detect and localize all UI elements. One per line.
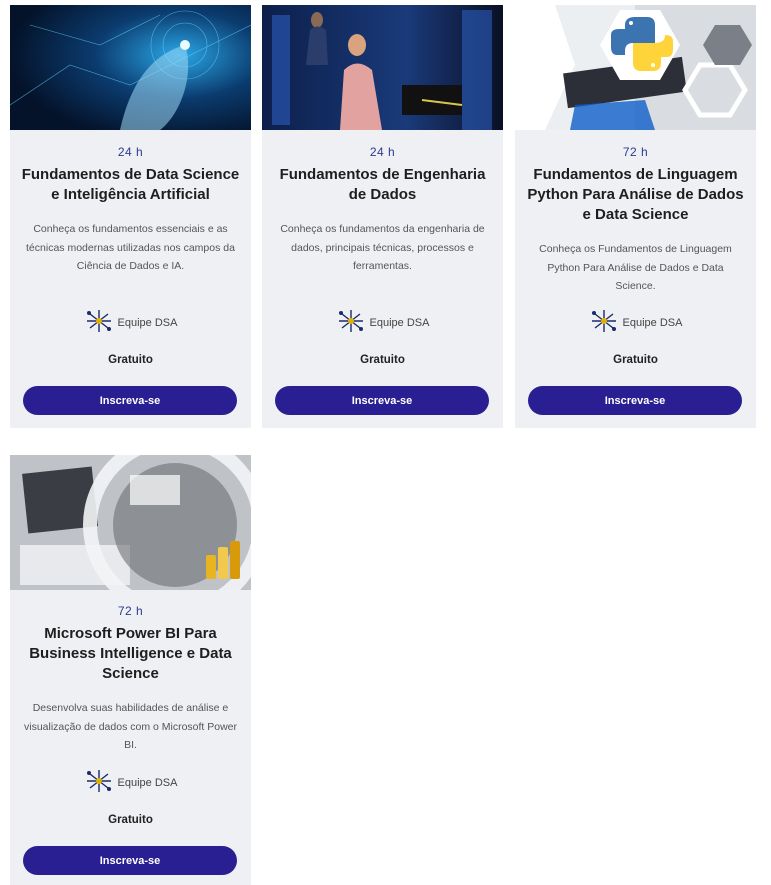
course-duration: 72 h xyxy=(117,604,144,618)
dsa-logo-icon xyxy=(589,308,619,337)
course-thumbnail-power-bi[interactable] xyxy=(10,455,251,590)
course-description: Desenvolva suas habilidades de análise e… xyxy=(24,702,238,751)
course-duration: 24 h xyxy=(117,145,144,159)
course-thumbnail-data-engineering[interactable] xyxy=(262,5,503,130)
enroll-button[interactable]: Inscreva-se xyxy=(23,846,237,875)
author-name: Equipe DSA xyxy=(117,776,178,789)
author-name: Equipe DSA xyxy=(369,316,430,329)
course-author: Equipe DSA xyxy=(262,308,503,337)
course-author: Equipe DSA xyxy=(10,768,251,797)
course-card: 24 h Fundamentos de Engenharia de Dados … xyxy=(262,5,503,428)
course-description: Conheça os fundamentos da engenharia de … xyxy=(280,223,485,272)
course-duration: 24 h xyxy=(369,145,396,159)
course-thumbnail-python[interactable] xyxy=(515,5,756,130)
author-name: Equipe DSA xyxy=(622,316,683,329)
course-card: 72 h Microsoft Power BI Para Business In… xyxy=(10,455,251,885)
course-description: Conheça os fundamentos essenciais e as t… xyxy=(26,223,235,272)
course-price: Gratuito xyxy=(613,354,658,366)
course-title[interactable]: Fundamentos de Engenharia de Dados xyxy=(272,165,493,205)
dsa-logo-icon xyxy=(84,768,114,797)
enroll-button[interactable]: Inscreva-se xyxy=(528,386,742,415)
course-duration: 72 h xyxy=(622,145,649,159)
enroll-button[interactable]: Inscreva-se xyxy=(275,386,489,415)
course-thumbnail-ai[interactable] xyxy=(10,5,251,130)
course-author: Equipe DSA xyxy=(10,308,251,337)
course-price: Gratuito xyxy=(360,354,405,366)
course-title[interactable]: Fundamentos de Linguagem Python Para Aná… xyxy=(525,165,746,225)
dsa-logo-icon xyxy=(336,308,366,337)
dsa-logo-icon xyxy=(84,308,114,337)
course-card: 24 h Fundamentos de Data Science e Intel… xyxy=(10,5,251,428)
course-card: 72 h Fundamentos de Linguagem Python Par… xyxy=(515,5,756,428)
course-title[interactable]: Fundamentos de Data Science e Inteligênc… xyxy=(20,165,241,205)
enroll-button[interactable]: Inscreva-se xyxy=(23,386,237,415)
course-author: Equipe DSA xyxy=(515,308,756,337)
course-description: Conheça os Fundamentos de Linguagem Pyth… xyxy=(539,243,732,292)
author-name: Equipe DSA xyxy=(117,316,178,329)
course-title[interactable]: Microsoft Power BI Para Business Intelli… xyxy=(20,624,241,684)
course-price: Gratuito xyxy=(108,814,153,826)
course-price: Gratuito xyxy=(108,354,153,366)
